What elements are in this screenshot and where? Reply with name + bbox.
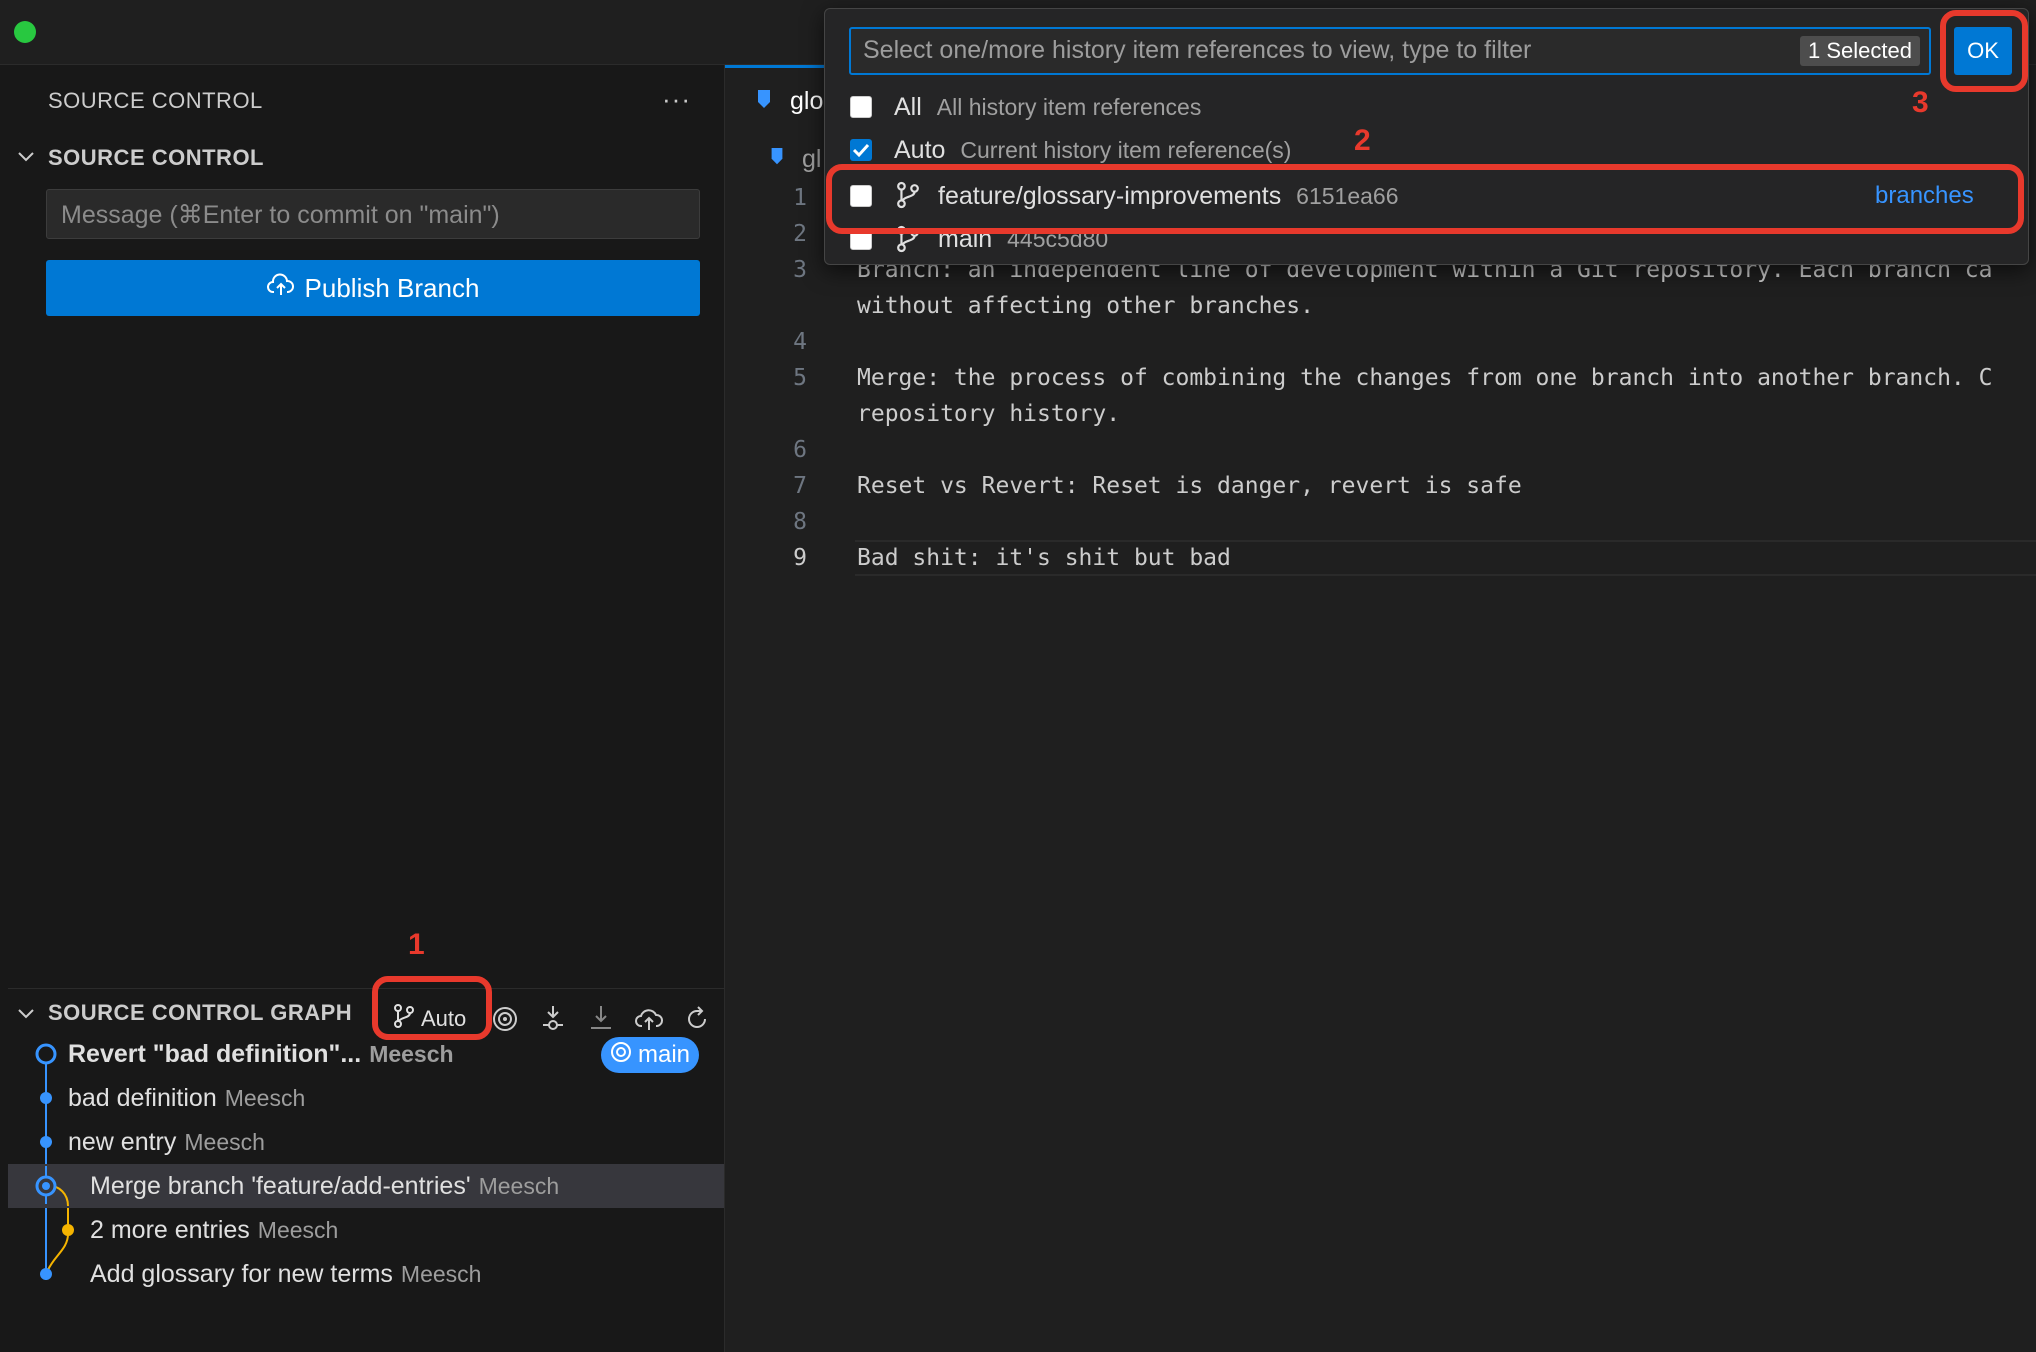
annotation-box-2	[826, 164, 2024, 234]
active-tab-indicator	[725, 65, 825, 68]
item-description: All history item references	[936, 94, 1202, 120]
checkbox-all[interactable]	[850, 96, 872, 118]
item-label: All	[894, 93, 922, 121]
window-zoom-button[interactable]	[14, 21, 36, 43]
checkbox-auto[interactable]	[850, 139, 872, 161]
commit-author: Meesch	[400, 1261, 482, 1287]
commit-author: Meesch	[257, 1217, 339, 1243]
editor-tab-label[interactable]: glo	[790, 87, 823, 116]
quick-pick-item-auto[interactable]: Auto Current history item reference(s)	[894, 136, 1291, 165]
target-icon	[610, 1041, 632, 1070]
line-number: 8	[793, 509, 807, 535]
sidebar-title: SOURCE CONTROL	[48, 88, 263, 113]
head-branch-badge: main	[601, 1037, 699, 1073]
check-icon	[852, 143, 870, 158]
commit-row[interactable]: bad definition Meesch	[8, 1076, 724, 1120]
commit-message: 2 more entries	[90, 1216, 250, 1244]
more-actions-icon[interactable]: ···	[662, 84, 691, 115]
commit-message: Revert "bad definition"...	[68, 1040, 362, 1068]
annotation-number-3: 3	[1912, 86, 1929, 119]
line-number: 1	[793, 185, 807, 211]
breadcrumb[interactable]: gl	[802, 145, 821, 174]
line-number: 5	[793, 365, 807, 391]
refresh-icon[interactable]	[680, 1002, 714, 1036]
section-header-source-control-graph[interactable]: SOURCE CONTROL GRAPH	[48, 1000, 352, 1026]
commit-author: Meesch	[224, 1085, 306, 1111]
code-line[interactable]: repository history.	[857, 401, 1120, 427]
code-line[interactable]: Reset vs Revert: Reset is danger, revert…	[857, 473, 1522, 499]
commit-author: Meesch	[369, 1041, 454, 1067]
commit-message-input[interactable]: Message (⌘Enter to commit on "main")	[46, 189, 700, 239]
publish-branch-label: Publish Branch	[304, 272, 480, 303]
line-number: 3	[793, 257, 807, 283]
line-number-current: 9	[793, 545, 807, 571]
commit-message: Merge branch 'feature/add-entries'	[90, 1172, 471, 1200]
chevron-down-icon[interactable]	[16, 146, 36, 171]
quick-pick-placeholder: Select one/more history item references …	[863, 36, 1532, 64]
commit-row[interactable]: 2 more entries Meesch	[8, 1208, 724, 1252]
commit-row[interactable]: new entry Meesch	[8, 1120, 724, 1164]
code-line[interactable]: Merge: the process of combining the chan…	[857, 365, 1992, 391]
code-line[interactable]: without affecting other branches.	[857, 293, 1314, 319]
head-branch-label: main	[637, 1041, 691, 1068]
commit-row-selected[interactable]: Merge branch 'feature/add-entries' Meesch	[8, 1164, 724, 1208]
code-line[interactable]: Bad shit: it's shit but bad	[857, 545, 1231, 571]
publish-branch-button[interactable]: Publish Branch	[46, 260, 700, 316]
section-divider	[8, 988, 724, 989]
file-icon	[768, 146, 786, 173]
pull-icon[interactable]	[584, 1002, 618, 1036]
item-label: Auto	[894, 136, 946, 164]
annotation-number-1: 1	[408, 928, 425, 961]
activity-bar-edge	[0, 65, 8, 1352]
line-number: 4	[793, 329, 807, 355]
line-number: 7	[793, 473, 807, 499]
selected-count-badge: 1 Selected	[1800, 36, 1920, 66]
line-number: 6	[793, 437, 807, 463]
file-icon	[754, 88, 774, 117]
chevron-down-icon[interactable]	[16, 1003, 36, 1028]
item-description: Current history item reference(s)	[960, 137, 1292, 163]
annotation-box-1	[372, 976, 492, 1040]
go-to-current-ref-icon[interactable]	[488, 1002, 522, 1036]
commit-row[interactable]: Add glossary for new terms Meesch	[8, 1252, 724, 1296]
line-number: 2	[793, 221, 807, 247]
commit-author: Meesch	[478, 1173, 560, 1199]
commit-message: Add glossary for new terms	[90, 1260, 393, 1288]
fetch-icon[interactable]	[536, 1002, 570, 1036]
commit-author: Meesch	[184, 1129, 265, 1155]
section-header-source-control[interactable]: SOURCE CONTROL	[48, 145, 264, 171]
cloud-upload-icon[interactable]	[632, 1002, 666, 1036]
annotation-number-2: 2	[1354, 124, 1371, 157]
commit-message: new entry	[68, 1128, 177, 1156]
annotation-box-3	[1940, 10, 2028, 92]
cloud-upload-icon	[266, 273, 295, 304]
commit-message: bad definition	[68, 1084, 217, 1112]
quick-pick-item-all[interactable]: All All history item references	[894, 93, 1201, 122]
